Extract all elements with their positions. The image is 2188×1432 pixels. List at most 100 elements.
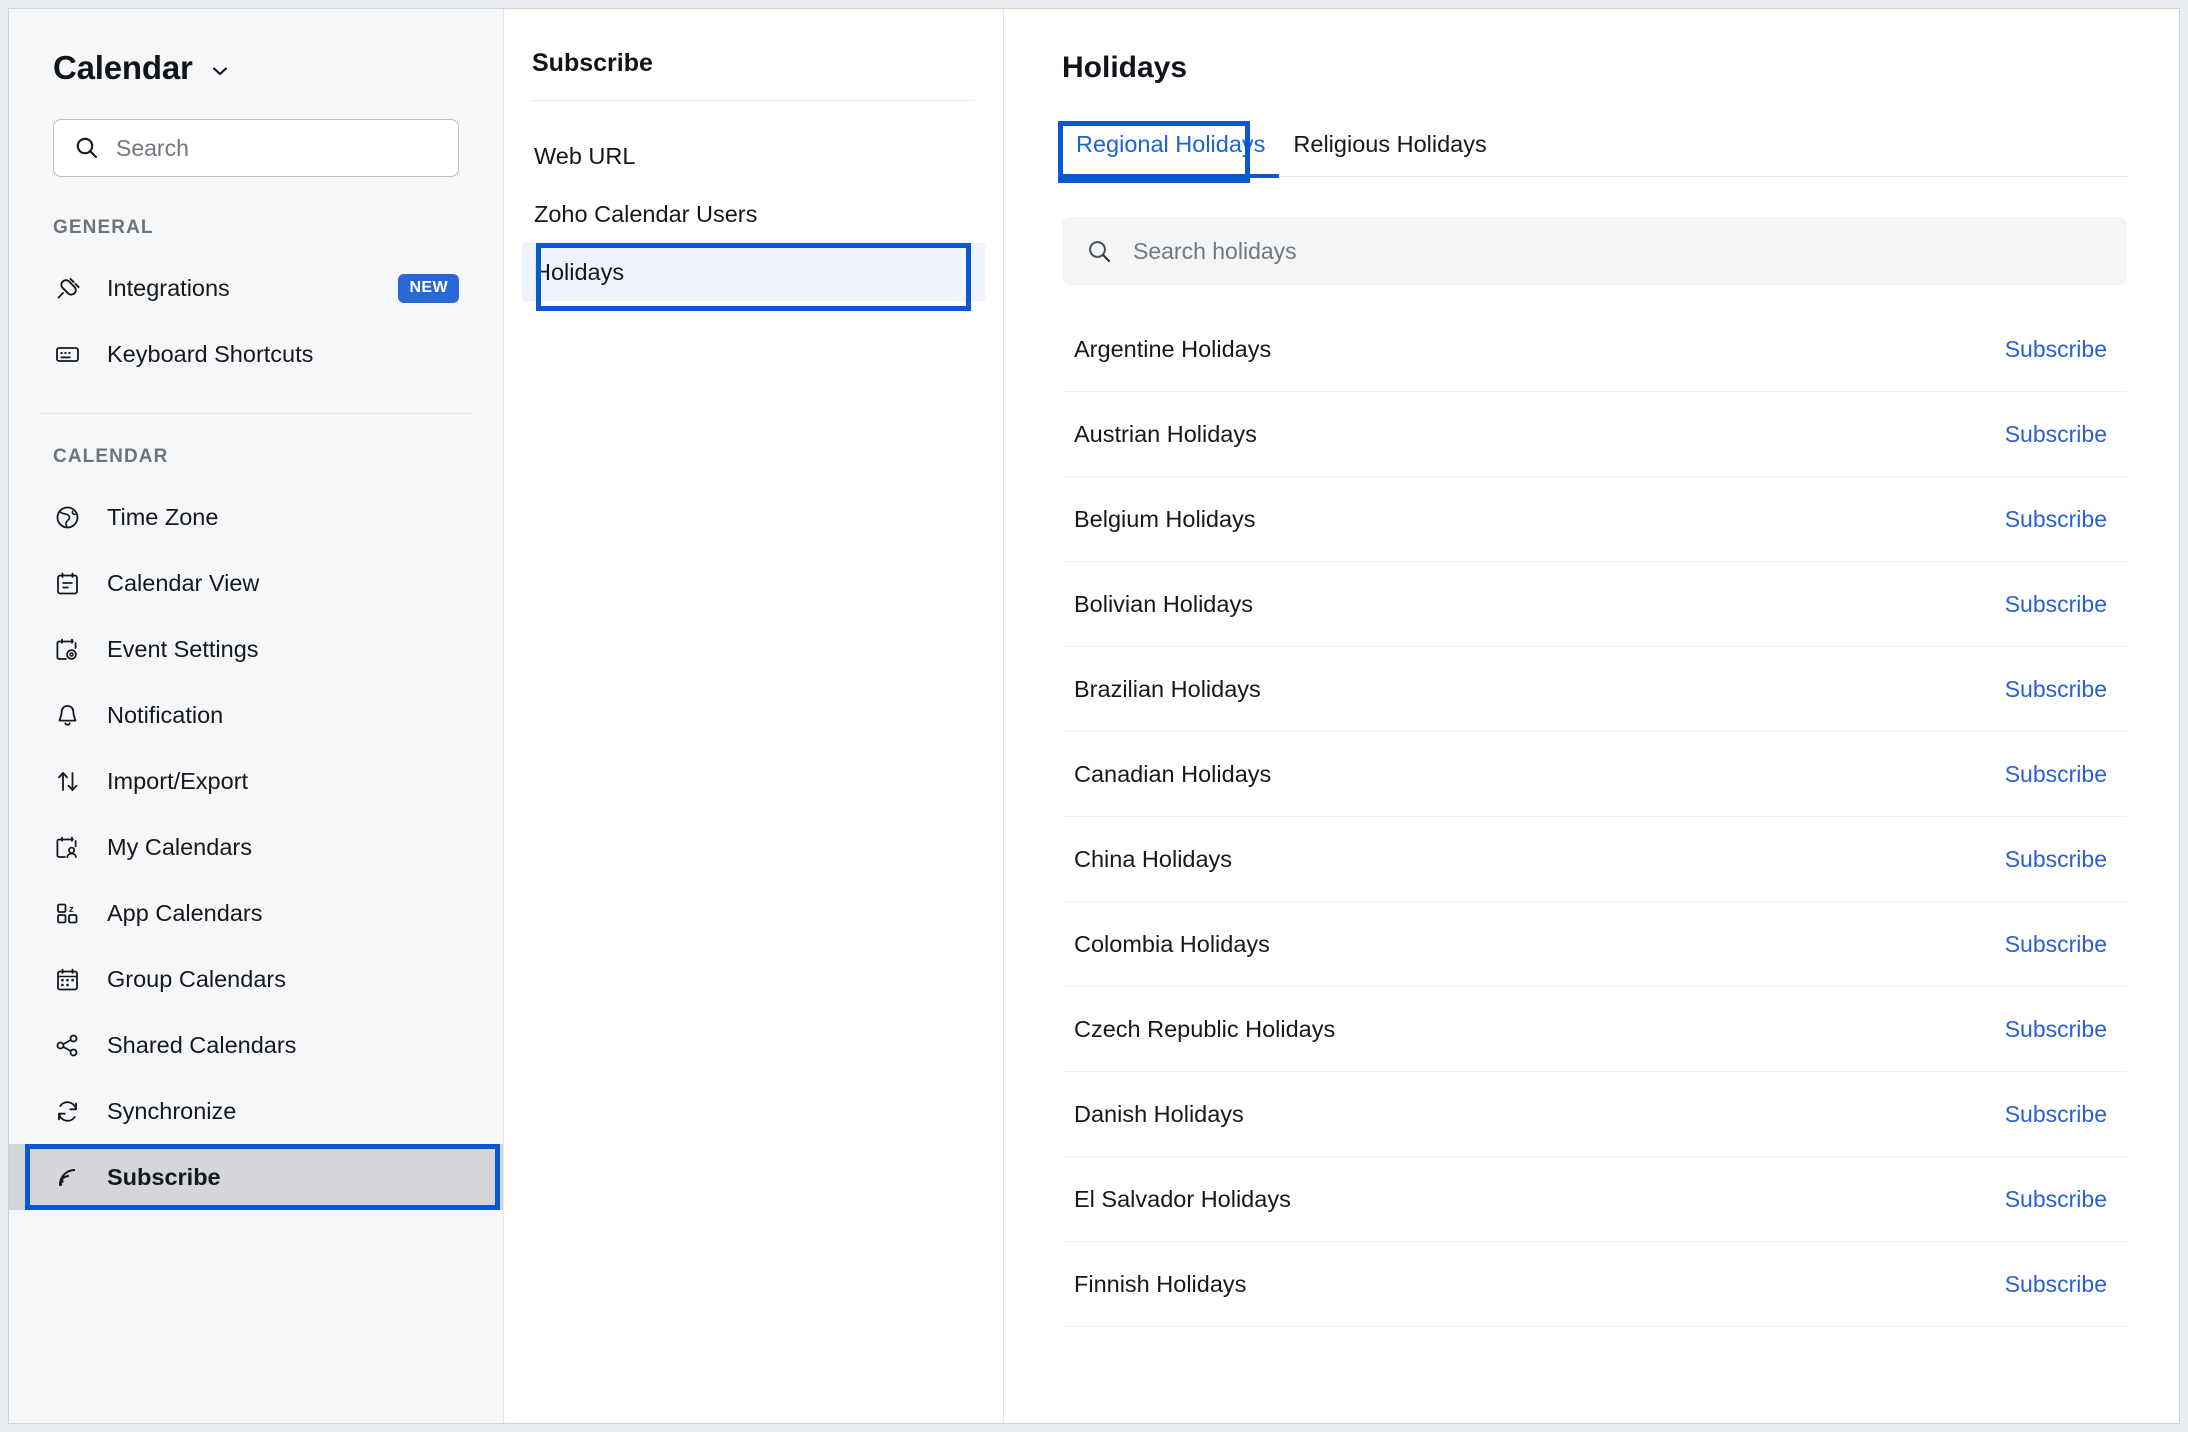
holidays-panel: Holidays Regional Holidays Religious Hol…: [1004, 9, 2179, 1423]
table-row: El Salvador Holidays Subscribe: [1062, 1157, 2127, 1242]
sidebar-item-keyboard-shortcuts[interactable]: Keyboard Shortcuts: [9, 321, 503, 387]
holiday-name: Argentine Holidays: [1074, 335, 1272, 362]
sidebar-item-label: Subscribe: [107, 1163, 221, 1190]
calendar-lines-icon: [53, 569, 81, 597]
share-nodes-icon: [53, 1031, 81, 1059]
sidebar-item-import-export[interactable]: Import/Export: [9, 748, 503, 814]
subscribe-panel: Subscribe Web URL Zoho Calendar Users Ho…: [504, 9, 1004, 1423]
table-row: Brazilian Holidays Subscribe: [1062, 647, 2127, 732]
table-row: Finnish Holidays Subscribe: [1062, 1242, 2127, 1327]
holiday-name: Czech Republic Holidays: [1074, 1015, 1336, 1042]
sidebar-item-shared-calendars[interactable]: Shared Calendars: [9, 1012, 503, 1078]
holiday-name: China Holidays: [1074, 845, 1233, 872]
sidebar-item-subscribe[interactable]: Subscribe: [9, 1144, 503, 1210]
table-row: Danish Holidays Subscribe: [1062, 1072, 2127, 1157]
keyboard-icon: [53, 340, 81, 368]
sidebar-item-group-calendars[interactable]: Group Calendars: [9, 946, 503, 1012]
sidebar-item-synchronize[interactable]: Synchronize: [9, 1078, 503, 1144]
search-icon: [74, 135, 100, 161]
sidebar-item-label: Synchronize: [107, 1097, 237, 1124]
tab-religious-holidays[interactable]: Religious Holidays: [1279, 131, 1500, 176]
sidebar-item-time-zone[interactable]: Time Zone: [9, 484, 503, 550]
table-row: Argentine Holidays Subscribe: [1062, 307, 2127, 392]
chevron-down-icon[interactable]: [209, 60, 231, 82]
sidebar-item-label: Group Calendars: [107, 965, 286, 992]
subscribe-link[interactable]: Subscribe: [2005, 676, 2107, 703]
sidebar-item-label: Calendar View: [107, 569, 260, 596]
subscribe-option-zoho-calendar-users[interactable]: Zoho Calendar Users: [522, 185, 985, 243]
holiday-name: Finnish Holidays: [1074, 1270, 1247, 1297]
holiday-name: Belgium Holidays: [1074, 505, 1256, 532]
holiday-name: Brazilian Holidays: [1074, 675, 1261, 702]
subscribe-option-web-url[interactable]: Web URL: [522, 127, 985, 185]
panel-divider: [532, 100, 975, 101]
svg-text:z: z: [69, 903, 74, 914]
refresh-icon: [53, 1097, 81, 1125]
holiday-name: El Salvador Holidays: [1074, 1185, 1291, 1212]
table-row: Colombia Holidays Subscribe: [1062, 902, 2127, 987]
subscribe-link[interactable]: Subscribe: [2005, 336, 2107, 363]
sidebar-item-label: Import/Export: [107, 767, 249, 794]
bell-icon: [53, 701, 81, 729]
sidebar-item-label: My Calendars: [107, 833, 252, 860]
sidebar-item-label: App Calendars: [107, 899, 263, 926]
holiday-name: Danish Holidays: [1074, 1100, 1244, 1127]
sidebar-item-label: Notification: [107, 701, 224, 728]
calendar-person-icon: [53, 833, 81, 861]
subscribe-link[interactable]: Subscribe: [2005, 1016, 2107, 1043]
subscribe-link[interactable]: Subscribe: [2005, 421, 2107, 448]
page-title: Holidays: [1062, 51, 1188, 84]
table-row: Bolivian Holidays Subscribe: [1062, 562, 2127, 647]
holidays-search-input[interactable]: [1133, 237, 2103, 265]
status-badge-new: NEW: [398, 273, 459, 303]
sidebar-divider: [39, 413, 473, 414]
settings-window: Calendar GENERAL: [8, 8, 2180, 1424]
subscribe-link[interactable]: Subscribe: [2005, 1271, 2107, 1298]
table-row: China Holidays Subscribe: [1062, 817, 2127, 902]
holiday-name: Austrian Holidays: [1074, 420, 1257, 447]
sidebar: Calendar GENERAL: [9, 9, 504, 1423]
rss-icon: [53, 1163, 81, 1191]
plug-icon: [53, 274, 81, 302]
subscribe-link[interactable]: Subscribe: [2005, 1186, 2107, 1213]
search-icon: [1086, 238, 1113, 265]
table-row: Austrian Holidays Subscribe: [1062, 392, 2127, 477]
sidebar-group-label-calendar: CALENDAR: [53, 446, 169, 467]
holidays-list: Argentine Holidays Subscribe Austrian Ho…: [1062, 307, 2127, 1327]
globe-icon: [53, 503, 81, 531]
sidebar-title: Calendar: [53, 49, 193, 86]
sidebar-item-notification[interactable]: Notification: [9, 682, 503, 748]
subscribe-link[interactable]: Subscribe: [2005, 506, 2107, 533]
sidebar-item-event-settings[interactable]: Event Settings: [9, 616, 503, 682]
holidays-search[interactable]: [1062, 217, 2127, 285]
sidebar-item-label: Event Settings: [107, 635, 259, 662]
holiday-tabs: Regional Holidays Religious Holidays: [1062, 131, 2127, 178]
sidebar-item-label: Shared Calendars: [107, 1031, 297, 1058]
sidebar-item-label: Time Zone: [107, 503, 219, 530]
arrows-up-down-icon: [53, 767, 81, 795]
sidebar-item-label: Keyboard Shortcuts: [107, 340, 314, 367]
subscribe-option-holidays[interactable]: Holidays: [522, 243, 985, 301]
sidebar-item-my-calendars[interactable]: My Calendars: [9, 814, 503, 880]
sidebar-item-label: Integrations: [107, 274, 230, 301]
table-row: Czech Republic Holidays Subscribe: [1062, 987, 2127, 1072]
sidebar-search[interactable]: [53, 119, 459, 177]
subscribe-option-list: Web URL Zoho Calendar Users Holidays: [504, 127, 1003, 311]
subscribe-link[interactable]: Subscribe: [2005, 591, 2107, 618]
subscribe-link[interactable]: Subscribe: [2005, 931, 2107, 958]
sidebar-header[interactable]: Calendar: [9, 49, 503, 87]
tab-regional-holidays[interactable]: Regional Holidays: [1062, 131, 1280, 178]
panel-title: Subscribe: [532, 49, 653, 77]
holiday-name: Bolivian Holidays: [1074, 590, 1253, 617]
subscribe-link[interactable]: Subscribe: [2005, 1101, 2107, 1128]
subscribe-link[interactable]: Subscribe: [2005, 846, 2107, 873]
sidebar-item-calendar-view[interactable]: Calendar View: [9, 550, 503, 616]
sidebar-search-wrap: [9, 119, 503, 177]
tabs-wrap: Regional Holidays Religious Holidays: [1058, 121, 2127, 183]
sidebar-group-label-general: GENERAL: [53, 217, 154, 238]
sidebar-item-app-calendars[interactable]: z App Calendars: [9, 880, 503, 946]
subscribe-link[interactable]: Subscribe: [2005, 761, 2107, 788]
search-input[interactable]: [116, 134, 438, 162]
holiday-name: Canadian Holidays: [1074, 760, 1272, 787]
sidebar-item-integrations[interactable]: Integrations NEW: [9, 255, 503, 321]
